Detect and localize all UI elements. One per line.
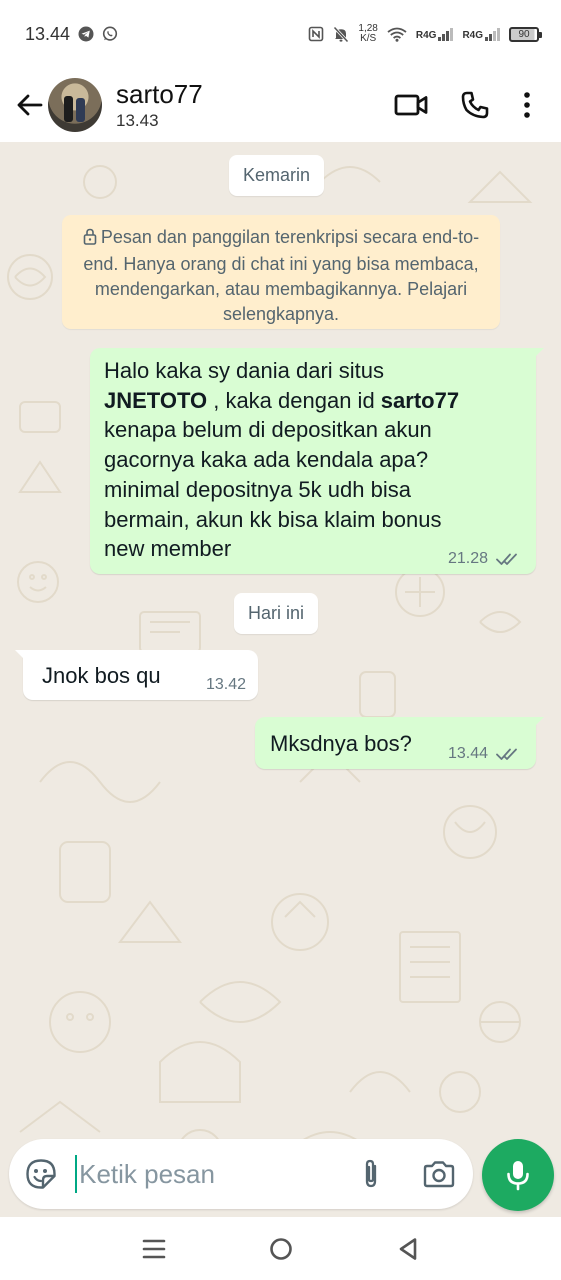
voice-call-icon [461,91,489,119]
lock-icon [83,227,97,252]
message-incoming[interactable]: Jnok bos qu 13.42 [15,650,258,700]
camera-button[interactable] [405,1144,473,1204]
camera-icon [423,1161,455,1188]
avatar[interactable] [48,78,102,132]
nfc-icon [308,26,324,42]
message-outgoing[interactable]: Halo kaka sy dania dari situs JNETOTO , … [90,348,544,574]
message-text: Mksdnya bos? [270,731,412,756]
attach-icon [365,1159,377,1188]
signal-1: R4G [415,27,454,41]
home-icon [269,1237,292,1260]
more-options-button[interactable] [507,80,547,130]
network-speed: 1,28 K/S [358,24,377,44]
contact-name: sarto77 [116,79,203,109]
message-rest: kenapa belum di depositkan akun gacornya… [104,417,442,562]
message-time: 21.28 [447,550,488,567]
speed-unit: K/S [360,33,377,44]
chat-header: sarto77 13.43 [0,68,561,142]
last-seen: 13.43 [116,111,159,130]
more-options-icon [524,92,530,118]
message-outgoing[interactable]: Mksdnya bos? 13.44 [255,717,544,769]
encryption-text: Pesan dan panggilan terenkripsi secara e… [83,227,480,324]
message-bold-site: JNETOTO [104,387,208,413]
whatsapp-icon [102,26,118,42]
voice-message-button[interactable] [482,1139,554,1211]
message-meta: 21.28 [448,550,522,568]
date-separator-yesterday: Kemarin [229,155,325,196]
back-icon [399,1237,416,1260]
chat-area[interactable]: Kemarin Pesan dan panggilan terenkripsi … [0,142,561,1217]
emoji-button[interactable] [11,1143,71,1205]
header-actions [379,80,547,130]
message-bold-id: sarto77 [380,387,460,413]
microphone-icon [507,1161,529,1191]
voice-call-button[interactable] [443,80,507,130]
attach-button[interactable] [337,1144,405,1204]
status-left: 13.44 [25,24,118,45]
text-cursor [75,1155,78,1193]
wifi-icon [387,27,407,42]
telegram-icon [78,26,94,42]
recent-apps-icon [142,1239,165,1258]
message-text: Jnok bos qu [42,663,161,688]
contact-info[interactable]: sarto77 13.43 [116,79,203,131]
nav-back-button[interactable] [378,1224,438,1274]
emoji-sticker-icon [26,1159,56,1189]
signal-icon-2 [485,27,500,41]
message-text: Halo kaka sy dania dari situs JNETOTO , … [104,356,522,564]
clock: 13.44 [25,23,71,44]
network-type-2: R4G [462,29,483,41]
message-time: 13.42 [205,676,246,693]
message-meta: 13.42 [206,676,246,694]
battery-icon: 90 [509,26,542,42]
mute-icon [333,25,350,43]
message-line: Halo kaka sy dania dari situs [104,358,385,383]
composer [9,1139,473,1209]
back-arrow-icon [17,94,43,116]
video-call-icon [394,94,428,116]
system-navigation-bar [0,1217,561,1280]
battery-level: 90 [518,28,530,40]
home-button[interactable] [251,1224,311,1274]
read-ticks-icon [496,748,517,760]
video-call-button[interactable] [379,80,443,130]
status-bar: 13.44 1,28 K/S R4G R4G 90 [0,0,561,68]
message-segment: , kaka dengan id [207,387,381,413]
read-ticks-icon [496,553,517,565]
status-right: 1,28 K/S R4G R4G 90 [308,24,542,44]
network-type-1: R4G [415,29,437,41]
recent-apps-button[interactable] [124,1224,184,1274]
signal-icon [438,27,454,41]
message-time: 13.44 [447,745,488,762]
back-button[interactable] [6,82,52,128]
message-input[interactable] [79,1158,330,1190]
message-meta: 13.44 [448,745,522,763]
date-separator-today: Hari ini [234,593,319,634]
signal-2: R4G [462,27,500,41]
encryption-notice[interactable]: Pesan dan panggilan terenkripsi secara e… [62,215,500,329]
